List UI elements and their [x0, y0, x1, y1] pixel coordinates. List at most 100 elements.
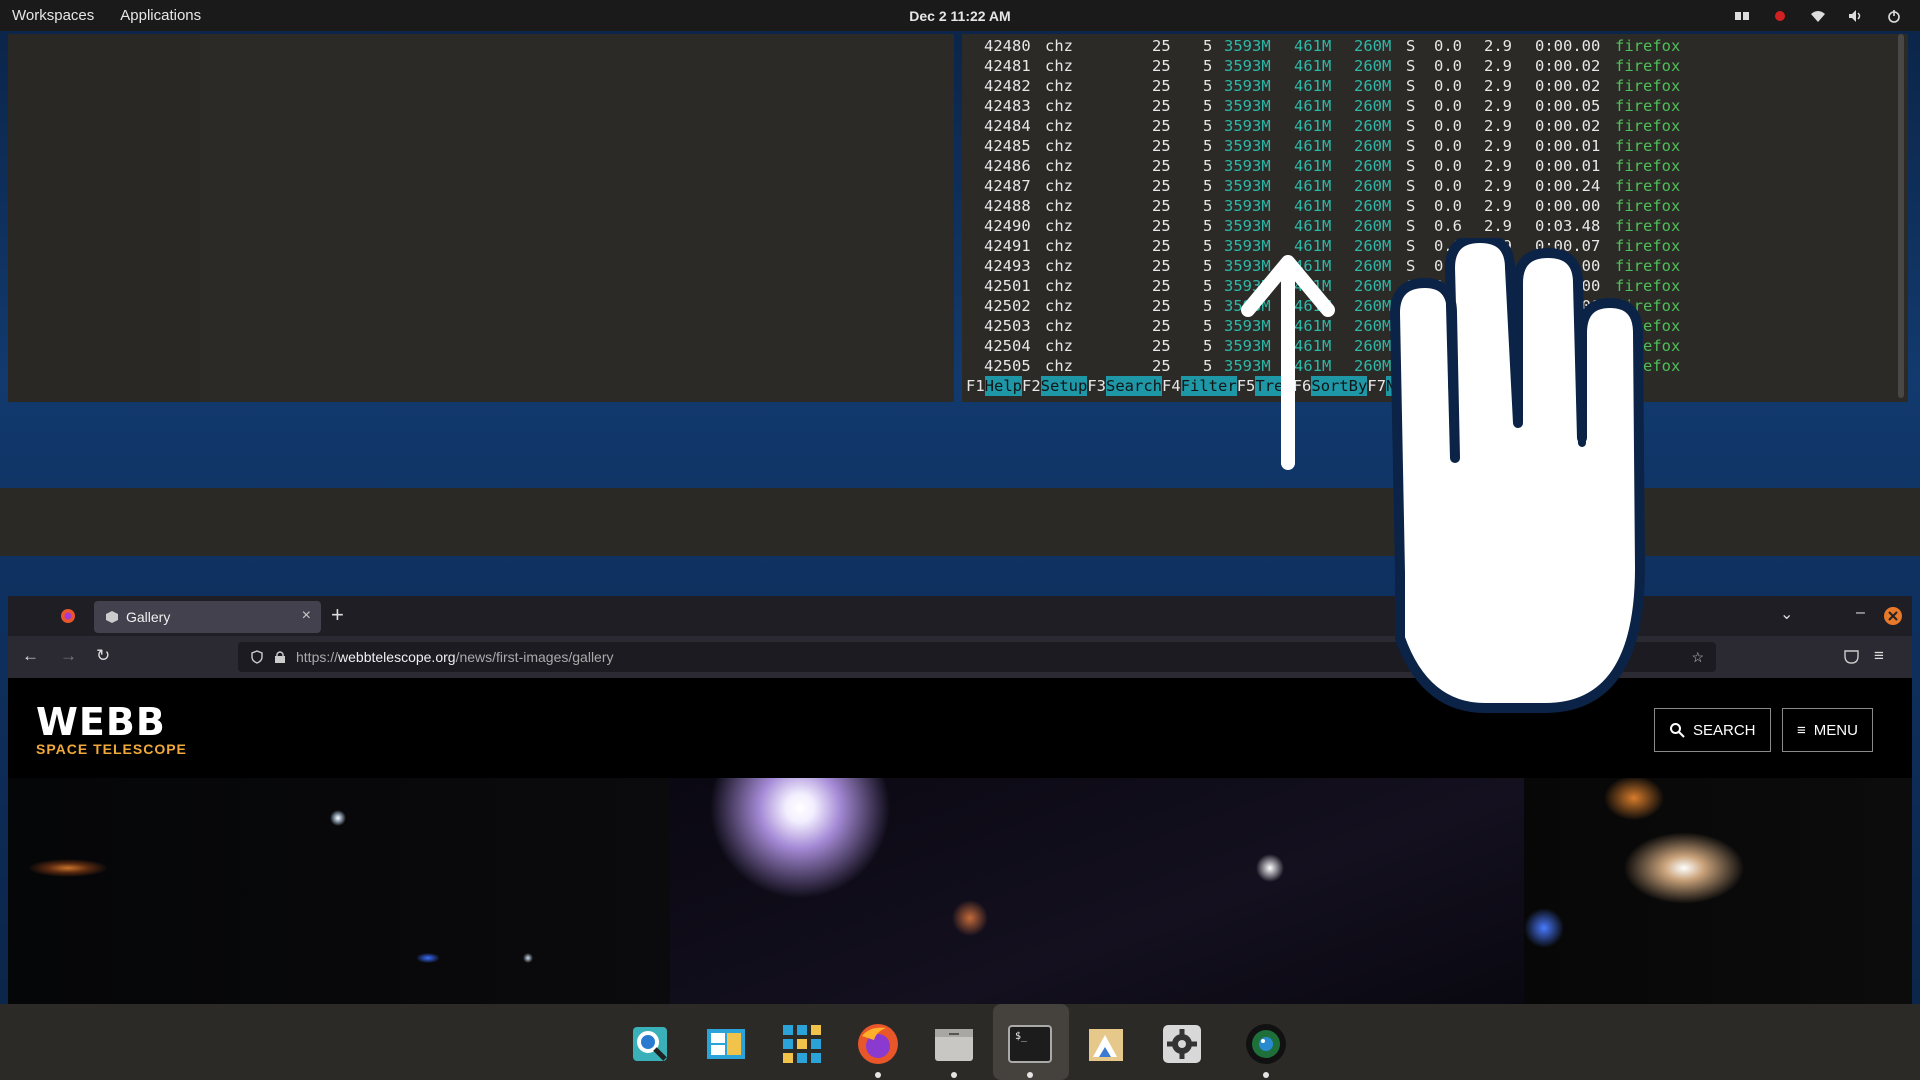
pocket-icon[interactable]: [1844, 650, 1859, 664]
function-key[interactable]: F1: [966, 376, 985, 396]
gallery-image-deep-field[interactable]: [1524, 778, 1912, 1004]
list-tabs-chevron-icon[interactable]: ⌄: [1780, 604, 1793, 624]
process-row[interactable]: 42485 chz 25 5 3593M 461M 260M S 0.0 2.9 0:00.01 fi…: [962, 136, 1892, 156]
process-shr: 260M: [1354, 217, 1392, 235]
tab-title: Gallery: [126, 609, 171, 625]
process-res: 461M: [1294, 57, 1332, 75]
gallery-image-star[interactable]: [670, 778, 1524, 1004]
close-window-button[interactable]: [1884, 607, 1902, 625]
function-key-label[interactable]: Setup: [1040, 376, 1088, 396]
process-row[interactable]: 42483 chz 25 5 3593M 461M 260M S 0.0 2.9 0:00.05 fi…: [962, 96, 1892, 116]
webb-logo[interactable]: WEBB SPACE TELESCOPE: [36, 703, 187, 757]
process-row[interactable]: 42482 chz 25 5 3593M 461M 260M S 0.0 2.9 0:00.02 fi…: [962, 76, 1892, 96]
function-key[interactable]: F8: [1442, 376, 1461, 396]
reload-icon[interactable]: ↻: [96, 646, 110, 666]
gallery-image-galaxies[interactable]: [8, 778, 670, 1004]
running-indicator: [951, 1072, 957, 1078]
process-row[interactable]: 42491 chz 25 5 3593M 461M 260M S 0.0 2.9 0:00.07 fi…: [962, 236, 1892, 256]
function-key[interactable]: F2: [1022, 376, 1041, 396]
file-manager-icon[interactable]: [704, 1022, 748, 1066]
process-row[interactable]: 42480 chz 25 5 3593M 461M 260M S 0.0 2.9 0:00.00 fi…: [962, 36, 1892, 56]
function-key-label[interactable]: Kill: [1535, 376, 1573, 396]
firefox-view-icon[interactable]: [60, 608, 76, 624]
process-s: S: [1406, 137, 1416, 155]
new-tab-button[interactable]: +: [331, 602, 344, 628]
process-row[interactable]: 42490 chz 25 5 3593M 461M 260M S 0.6 2.9 0:03.48 fi…: [962, 216, 1892, 236]
camera-icon[interactable]: [1244, 1022, 1288, 1066]
process-mem: 2.9: [1484, 197, 1512, 215]
process-shr: 260M: [1354, 317, 1392, 335]
function-key[interactable]: F10: [1573, 376, 1601, 396]
bookmark-star-icon[interactable]: ☆: [1691, 649, 1704, 666]
terminal-pane-empty[interactable]: [8, 34, 954, 402]
process-row[interactable]: 42486 chz 25 5 3593M 461M 260M S 0.0 2.9 0:00.01 fi…: [962, 156, 1892, 176]
search-button[interactable]: SEARCH: [1654, 708, 1771, 752]
menu-button[interactable]: ≡ MENU: [1782, 708, 1873, 752]
record-icon[interactable]: [1772, 9, 1788, 23]
settings-icon[interactable]: [1160, 1022, 1204, 1066]
process-ni: 5: [1203, 257, 1213, 275]
function-key-label[interactable]: Search: [1106, 376, 1163, 396]
function-key-label[interactable]: Tree: [1255, 376, 1293, 396]
process-row[interactable]: 42501 chz 25 5 3593M 461M 260M S 0.0 2.9 0:00.00 fi…: [962, 276, 1892, 296]
process-row[interactable]: 42487 chz 25 5 3593M 461M 260M S 0.0 2.9 0:00.24 fi…: [962, 176, 1892, 196]
volume-icon[interactable]: [1848, 9, 1864, 23]
process-res: 461M: [1294, 257, 1332, 275]
process-row[interactable]: 42502 chz 25 5 3593M 461M 260M S 0.0 2.9 0:00.00 fi…: [962, 296, 1892, 316]
process-row[interactable]: 42493 chz 25 5 3593M 461M 260M S 0.0 2.9 0:00.00 fi…: [962, 256, 1892, 276]
process-time: 0:00.00: [1535, 297, 1601, 315]
image-viewer-icon[interactable]: [1084, 1022, 1128, 1066]
process-row[interactable]: 42503 chz 25 5 3593M 461M 260M S 0.0 2.9 0:00.00 fi…: [962, 316, 1892, 336]
function-key[interactable]: F3: [1087, 376, 1106, 396]
power-icon[interactable]: [1886, 9, 1902, 23]
shield-icon[interactable]: [250, 650, 264, 664]
process-res: 461M: [1294, 237, 1332, 255]
process-row[interactable]: 42484 chz 25 5 3593M 461M 260M S 0.0 2.9 0:00.02 fi…: [962, 116, 1892, 136]
function-key-label[interactable]: Help: [984, 376, 1022, 396]
tab-gallery[interactable]: Gallery ×: [94, 601, 321, 633]
process-cpu: 0.0: [1434, 237, 1462, 255]
function-key-label[interactable]: Filter: [1180, 376, 1237, 396]
function-key[interactable]: F7: [1367, 376, 1386, 396]
process-pri: 25: [1152, 337, 1171, 355]
minimize-button[interactable]: –: [1856, 604, 1865, 622]
process-virt: 3593M: [1224, 37, 1271, 55]
window-switch-icon[interactable]: [1734, 9, 1750, 23]
back-icon[interactable]: ←: [22, 646, 39, 666]
lock-icon[interactable]: [274, 650, 286, 664]
function-key-label[interactable]: Nice -: [1386, 376, 1443, 396]
function-key-label[interactable]: Nice +: [1460, 376, 1517, 396]
process-res: 461M: [1294, 217, 1332, 235]
process-cmd: firefox: [1615, 357, 1681, 375]
process-row[interactable]: 42488 chz 25 5 3593M 461M 260M S 0.0 2.9 0:00.00 fi…: [962, 196, 1892, 216]
function-key[interactable]: F6: [1293, 376, 1312, 396]
app-grid-icon[interactable]: [780, 1022, 824, 1066]
close-tab-icon[interactable]: ×: [302, 607, 311, 625]
process-row[interactable]: 42481 chz 25 5 3593M 461M 260M S 0.0 2.9 0:00.02 fi…: [962, 56, 1892, 76]
search-app-icon[interactable]: [628, 1022, 672, 1066]
process-pri: 25: [1152, 217, 1171, 235]
process-time: 0:00.00: [1535, 37, 1601, 55]
terminal-icon[interactable]: $_: [1008, 1022, 1052, 1066]
process-ni: 5: [1203, 297, 1213, 315]
wifi-icon[interactable]: [1810, 9, 1826, 23]
firefox-icon[interactable]: [856, 1022, 900, 1066]
terminal-scrollbar[interactable]: [1898, 34, 1904, 398]
forward-icon[interactable]: →: [60, 646, 77, 666]
process-ni: 5: [1203, 97, 1213, 115]
process-s: S: [1406, 257, 1416, 275]
app-menu-icon[interactable]: ≡: [1874, 646, 1884, 666]
process-res: 461M: [1294, 37, 1332, 55]
process-row[interactable]: 42505 chz 25 5 3593M 461M 260M S 0.0 2.9 0:00.00 fi…: [962, 356, 1892, 376]
process-row[interactable]: 42504 chz 25 5 3593M 461M 260M S 0.0 2.9 0:00.00 fi…: [962, 336, 1892, 356]
function-key[interactable]: F9: [1517, 376, 1536, 396]
function-key-label[interactable]: SortBy: [1311, 376, 1368, 396]
process-pri: 25: [1152, 117, 1171, 135]
function-key[interactable]: F4: [1162, 376, 1181, 396]
function-key[interactable]: F5: [1237, 376, 1256, 396]
htop-terminal[interactable]: 42480 chz 25 5 3593M 461M 260M S 0.0 2.9 0:00.00 fi…: [962, 34, 1908, 402]
function-key-label[interactable]: Quit: [1600, 376, 1639, 396]
url-bar[interactable]: https://webbtelescope.org/news/first-ima…: [238, 642, 1716, 672]
files-icon[interactable]: [932, 1022, 976, 1066]
clock[interactable]: Dec 2 11:22 AM: [909, 8, 1010, 24]
